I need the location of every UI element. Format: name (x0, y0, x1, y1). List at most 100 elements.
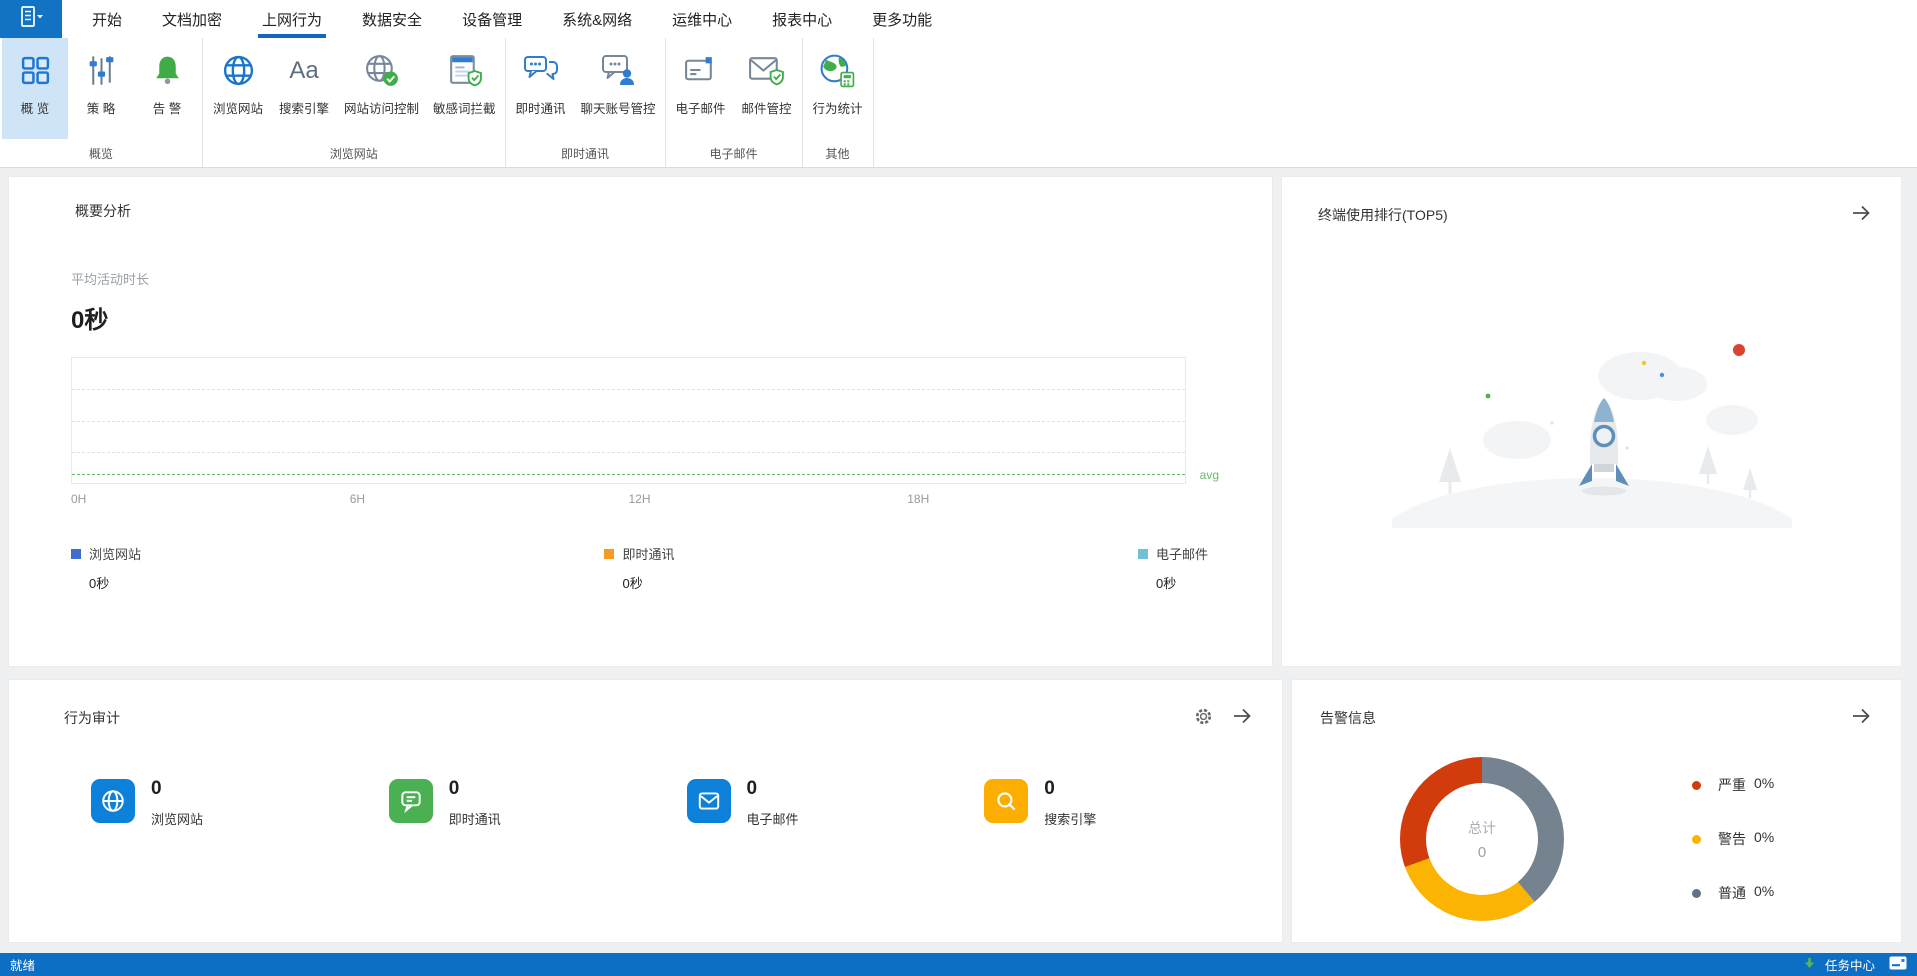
tab-ops-center[interactable]: 运维中心 (652, 0, 752, 38)
tab-device-management[interactable]: 设备管理 (442, 0, 542, 38)
tab-label: 更多功能 (872, 9, 932, 30)
download-arrow-icon (1802, 956, 1817, 974)
task-center-button[interactable]: 任务中心 (1802, 955, 1907, 974)
ribbon-item-label: 网站访问控制 (344, 98, 419, 117)
tab-doc-encryption[interactable]: 文档加密 (142, 0, 242, 38)
stat-email[interactable]: 0 电子邮件 (687, 779, 985, 828)
sensitive-word-icon (446, 48, 483, 92)
ribbon-item-mail-control[interactable]: 邮件管控 (734, 38, 800, 139)
alarm-arrow-button[interactable] (1849, 704, 1873, 731)
ribbon-item-overview[interactable]: 概 览 (2, 38, 68, 139)
search-engine-icon: Aa (286, 48, 322, 92)
status-gap (0, 943, 1917, 953)
ribbon-item-search-engine[interactable]: Aa 搜索引擎 (271, 38, 337, 139)
alarm-panel: 告警信息 总计 0 (1291, 679, 1902, 943)
audit-panel: 行为审计 (8, 679, 1283, 943)
ribbon-item-label: 邮件管控 (742, 98, 792, 117)
chart-gridline (72, 452, 1185, 453)
ribbon-item-chat-account-control[interactable]: 聊天账号管控 (574, 38, 663, 139)
chart-avg-line (72, 474, 1185, 475)
im-chat-icon (522, 48, 560, 92)
policy-sliders-icon (85, 48, 118, 92)
alarm-legend-label: 严重 (1718, 775, 1746, 795)
legend-label: 浏览网站 (89, 544, 141, 563)
ribbon-item-policy[interactable]: 策 略 (68, 38, 134, 139)
ribbon-item-behavior-stats[interactable]: 行为统计 (805, 38, 871, 139)
chat-account-icon (599, 48, 637, 92)
empty-state-illustration (1282, 328, 1901, 528)
legend-item-browse-website[interactable]: 浏览网站 0秒 (71, 544, 141, 592)
ribbon-item-sensitive-word[interactable]: 敏感词拦截 (426, 38, 503, 139)
alarm-legend-label: 普通 (1718, 883, 1746, 903)
alarm-legend-critical[interactable]: 严重 0% (1692, 775, 1774, 795)
tab-start[interactable]: 开始 (72, 0, 142, 38)
tab-label: 数据安全 (362, 9, 422, 30)
stat-browse-website[interactable]: 0 浏览网站 (91, 779, 389, 828)
tab-label: 上网行为 (262, 9, 322, 30)
alarm-legend-normal[interactable]: 普通 0% (1692, 883, 1774, 903)
ribbon-item-label: 聊天账号管控 (581, 98, 656, 117)
alarm-legend-warning[interactable]: 警告 0% (1692, 829, 1774, 849)
ribbon-group-label: 概览 (2, 139, 200, 167)
tab-label: 开始 (92, 9, 122, 30)
tab-more-features[interactable]: 更多功能 (852, 0, 952, 38)
donut-center-label: 总计 (1468, 818, 1496, 838)
alarm-legend-value: 0% (1754, 829, 1774, 849)
alarm-legend: 严重 0% 警告 0% (1692, 741, 1774, 937)
stat-value: 0 (747, 779, 799, 799)
tab-system-network[interactable]: 系统&网络 (542, 0, 652, 38)
alarm-legend-value: 0% (1754, 775, 1774, 795)
summary-panel-title: 概要分析 (75, 201, 131, 221)
x-tick: 0H (71, 492, 86, 506)
stat-instant-messaging[interactable]: 0 即时通讯 (389, 779, 687, 828)
tab-data-security[interactable]: 数据安全 (342, 0, 442, 38)
mail-control-icon (747, 48, 786, 92)
chart-x-axis: 0H 6H 12H 18H (71, 490, 1186, 510)
legend-label: 即时通讯 (622, 544, 674, 563)
top5-arrow-button[interactable] (1849, 201, 1873, 228)
stat-label: 浏览网站 (151, 809, 203, 828)
ribbon-item-label: 行为统计 (813, 98, 863, 117)
overview-grid-icon (19, 48, 52, 92)
tab-internet-behavior[interactable]: 上网行为 (242, 0, 342, 38)
app-menu-button[interactable] (0, 0, 62, 38)
dashboard-content: 概要分析 平均活动时长 0秒 avg 0H 6 (0, 168, 1917, 943)
alarm-legend-label: 警告 (1718, 829, 1746, 849)
activity-line-chart: avg 0H 6H 12H 18H (71, 357, 1186, 510)
ribbon-item-label: 即时通讯 (516, 98, 566, 117)
ribbon-group-overview: 概 览 策 略 (0, 38, 203, 167)
legend-value: 0秒 (89, 573, 141, 592)
ribbon-item-browse-website[interactable]: 浏览网站 (205, 38, 271, 139)
legend-item-instant-messaging[interactable]: 即时通讯 0秒 (604, 544, 674, 592)
x-tick: 18H (907, 492, 929, 506)
ribbon-item-alert[interactable]: 告 警 (134, 38, 200, 139)
audit-stats: 0 浏览网站 0 即时通讯 (91, 779, 1282, 828)
ribbon-toolbar: 概 览 策 略 (0, 38, 1917, 168)
app-window: 开始 文档加密 上网行为 数据安全 设备管理 系统&网络 运维中心 报表中心 更… (0, 0, 1917, 976)
behavior-stats-icon (819, 48, 856, 92)
svg-text:Aa: Aa (289, 57, 319, 84)
arrow-right-icon (1849, 201, 1873, 228)
search-icon (984, 779, 1028, 823)
legend-item-email[interactable]: 电子邮件 0秒 (1138, 544, 1208, 592)
task-window-icon[interactable] (1889, 956, 1907, 973)
stat-label: 即时通讯 (449, 809, 501, 828)
ribbon-item-label: 搜索引擎 (279, 98, 329, 117)
mail-icon (687, 779, 731, 823)
ribbon-item-email[interactable]: 电子邮件 (668, 38, 734, 139)
ribbon-item-web-access-control[interactable]: 网站访问控制 (337, 38, 426, 139)
stat-value: 0 (151, 779, 203, 799)
audit-settings-button[interactable] (1193, 706, 1214, 730)
web-access-control-icon (363, 48, 400, 92)
legend-value: 0秒 (1156, 573, 1208, 592)
alarm-donut-center: 总计 0 (1426, 783, 1538, 895)
ribbon-group-label: 电子邮件 (668, 139, 800, 167)
stat-value: 0 (1044, 779, 1096, 799)
stat-search-engine[interactable]: 0 搜索引擎 (984, 779, 1282, 828)
audit-arrow-button[interactable] (1230, 704, 1254, 731)
x-tick: 6H (350, 492, 365, 506)
ribbon-item-instant-messaging[interactable]: 即时通讯 (508, 38, 574, 139)
tab-report-center[interactable]: 报表中心 (752, 0, 852, 38)
donut-center-value: 0 (1478, 844, 1486, 861)
tab-label: 运维中心 (672, 9, 732, 30)
